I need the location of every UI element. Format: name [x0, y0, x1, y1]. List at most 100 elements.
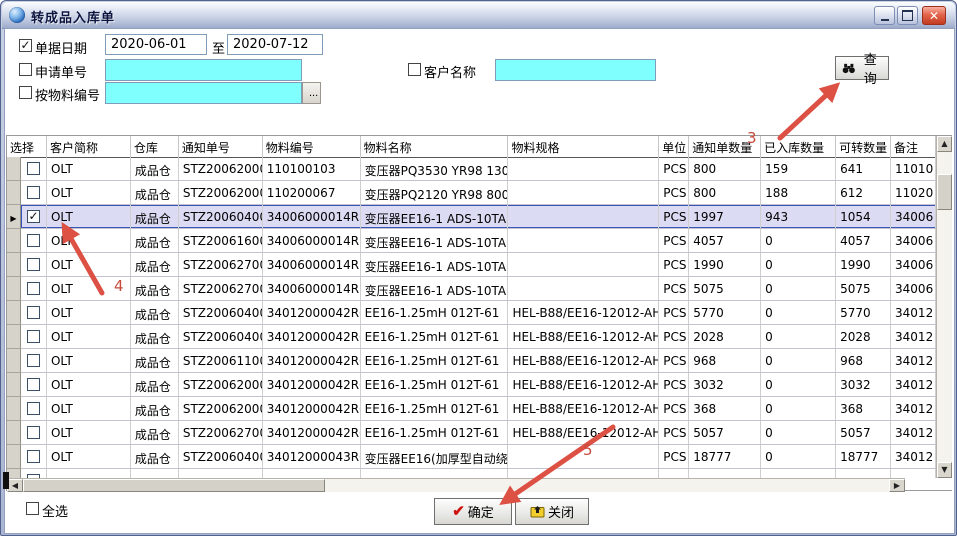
grid-cell: OLT	[47, 229, 131, 252]
column-header-7[interactable]: 单位	[659, 136, 689, 157]
table-row[interactable]: OLT成品仓STZ2006200034012000042R62EE16-1.25…	[7, 373, 936, 397]
table-row[interactable]: OLT成品仓STZ2006110034012000042R62EE16-1.25…	[7, 349, 936, 373]
request-no-checkbox[interactable]	[19, 63, 32, 76]
row-select-checkbox[interactable]	[27, 210, 40, 223]
close-dialog-button[interactable]: 关闭	[515, 498, 589, 525]
select-all-checkbox[interactable]	[26, 502, 39, 515]
table-row[interactable]: OLT成品仓STZ20062000110100103变压器PQ3530 YR98…	[7, 157, 936, 181]
grid-cell: 34006	[891, 253, 936, 276]
row-select-checkbox[interactable]	[27, 402, 40, 415]
vertical-scroll-thumb[interactable]	[937, 174, 952, 210]
horizontal-scroll-thumb[interactable]	[23, 479, 325, 492]
scroll-down-button[interactable]: ▼	[937, 462, 952, 478]
row-select-checkbox[interactable]	[27, 330, 40, 343]
date-filter-checkbox[interactable]	[19, 39, 32, 52]
grid-cell: PCS	[659, 181, 689, 204]
grid-cell: EE16-1.25mH 012T-61	[361, 373, 509, 396]
column-header-11[interactable]: 备注	[891, 136, 936, 157]
row-select-checkbox[interactable]	[27, 282, 40, 295]
horizontal-scrollbar[interactable]: ◀ ▶	[7, 478, 905, 492]
row-select-checkbox[interactable]	[27, 186, 40, 199]
row-select-checkbox[interactable]	[27, 306, 40, 319]
column-header-9[interactable]: 已入库数量	[761, 136, 836, 157]
grid-cell: 34006000014R	[263, 253, 361, 276]
grid-cell: 0	[761, 445, 836, 468]
table-row[interactable]: OLT成品仓STZ2006040034012000042R62EE16-1.25…	[7, 325, 936, 349]
material-no-input[interactable]	[105, 82, 302, 104]
grid-cell	[508, 157, 659, 180]
scroll-left-button[interactable]: ◀	[7, 479, 23, 492]
request-no-input[interactable]	[105, 59, 302, 81]
grid-cell: 34012	[891, 397, 936, 420]
grid-cell: 变压器EE16-1 ADS-10TA L=	[361, 277, 509, 300]
row-select-checkbox[interactable]	[27, 354, 40, 367]
table-row[interactable]: OLT成品仓STZ2006270034006000014R变压器EE16-1 A…	[7, 277, 936, 301]
grid-cell: 变压器EE16-1 ADS-10TA L=	[361, 229, 509, 252]
customer-checkbox[interactable]	[408, 63, 421, 76]
grid-cell: 34006	[891, 277, 936, 300]
grid-cell: EE16-1.25mH 012T-61	[361, 301, 509, 324]
row-body: OLT成品仓STZ2006040034012000043R62变压器EE16(加…	[21, 445, 936, 469]
grid-cell: HEL-B88/EE16-12012-AH	[508, 421, 659, 444]
column-header-5[interactable]: 物料名称	[361, 136, 509, 157]
grid-cell	[508, 277, 659, 300]
grid-cell: 成品仓	[131, 205, 179, 228]
grid-cell: 1997	[689, 205, 761, 228]
grid-cell: STZ20060400	[179, 325, 263, 348]
column-header-4[interactable]: 物料编号	[263, 136, 361, 157]
table-row[interactable]: OLT成品仓STZ2006160034006000014R变压器EE16-1 A…	[7, 229, 936, 253]
row-select-checkbox[interactable]	[27, 426, 40, 439]
grid-cell: 0	[761, 397, 836, 420]
grid-cell: 4057	[689, 229, 761, 252]
row-indicator	[7, 421, 21, 445]
current-row-arrow-icon	[10, 210, 16, 224]
column-header-1[interactable]: 客户简称	[47, 136, 131, 157]
material-no-checkbox[interactable]	[19, 86, 32, 99]
row-select-checkbox[interactable]	[27, 234, 40, 247]
grid-cell: 5057	[689, 421, 761, 444]
date-to-input[interactable]	[227, 34, 323, 55]
table-row[interactable]: OLT成品仓STZ2006200034012000042R62EE16-1.25…	[7, 397, 936, 421]
maximize-button[interactable]	[897, 6, 918, 25]
grid-cell: 34006000014R	[263, 277, 361, 300]
row-select-checkbox[interactable]	[27, 378, 40, 391]
row-indicator	[7, 205, 21, 229]
column-header-10[interactable]: 可转数量	[836, 136, 891, 157]
table-row[interactable]: OLT成品仓STZ2006040034012000042R62EE16-1.25…	[7, 301, 936, 325]
title-bar[interactable]: 转成品入库单 ✕	[2, 2, 955, 29]
grid-cell: 0	[761, 349, 836, 372]
column-header-3[interactable]: 通知单号	[179, 136, 263, 157]
row-select-checkbox[interactable]	[27, 258, 40, 271]
ok-button[interactable]: ✔ 确定	[434, 498, 512, 525]
date-from-input[interactable]	[105, 34, 207, 55]
row-checkbox-cell	[21, 181, 47, 204]
scroll-up-button[interactable]: ▲	[937, 136, 952, 152]
grid-cell: 968	[689, 349, 761, 372]
column-header-0[interactable]: 选择	[7, 136, 47, 157]
query-button[interactable]: 查询	[835, 56, 889, 80]
grid-cell: 110100103	[263, 157, 361, 180]
minimize-button[interactable]	[874, 6, 895, 25]
close-button[interactable]: ✕	[922, 6, 946, 25]
grid-cell: 成品仓	[131, 397, 179, 420]
column-header-6[interactable]: 物料规格	[508, 136, 659, 157]
row-select-checkbox[interactable]	[27, 162, 40, 175]
table-row[interactable]: OLT成品仓STZ2006270034012000042R62EE16-1.25…	[7, 421, 936, 445]
table-row[interactable]: OLT成品仓STZ2006040034012000043R62变压器EE16(加…	[7, 445, 936, 469]
row-body: OLT成品仓STZ20062000110200067变压器PQ2120 YR98…	[21, 181, 936, 205]
customer-input[interactable]	[495, 59, 656, 81]
table-row[interactable]: OLT成品仓STZ2006040034006000014R变压器EE16-1 A…	[7, 205, 936, 229]
table-row[interactable]: OLT成品仓STZ20062000110200067变压器PQ2120 YR98…	[7, 181, 936, 205]
grid-cell: 成品仓	[131, 349, 179, 372]
vertical-scrollbar[interactable]: ▲ ▼	[936, 136, 952, 478]
browse-material-button[interactable]: ...	[302, 82, 321, 104]
row-body: OLT成品仓STZ20062000110100103变压器PQ3530 YR98…	[21, 157, 936, 181]
grid-cell	[131, 469, 179, 478]
column-header-8[interactable]: 通知单数量	[689, 136, 761, 157]
row-select-checkbox[interactable]	[27, 450, 40, 463]
scroll-right-button[interactable]: ▶	[889, 479, 905, 492]
table-row[interactable]: OLT成品仓STZ2006270034006000014R变压器EE16-1 A…	[7, 253, 936, 277]
grid-cell: 34012000042R62	[263, 301, 361, 324]
column-header-2[interactable]: 仓库	[131, 136, 179, 157]
grid-cell: 成品仓	[131, 157, 179, 180]
